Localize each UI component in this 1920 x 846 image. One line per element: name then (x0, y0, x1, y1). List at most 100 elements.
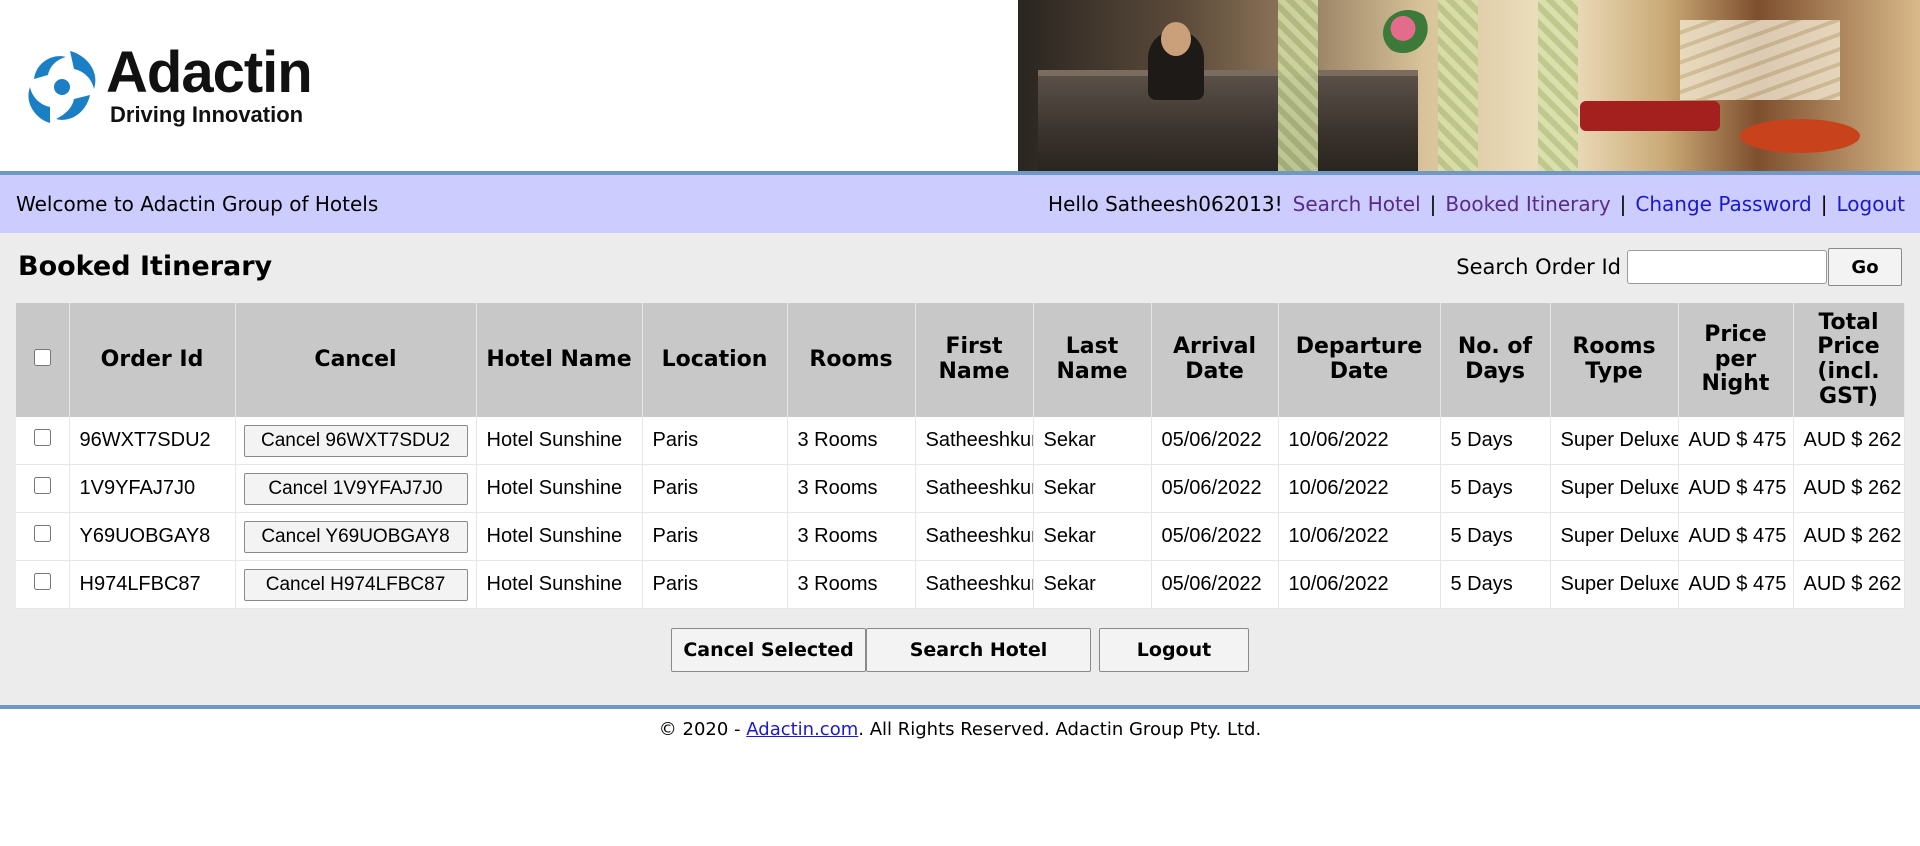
last-name-cell: Sekar (1033, 560, 1152, 609)
nav-separator: | (1429, 192, 1437, 216)
cancel-order-button[interactable]: Cancel 96WXT7SDU2 (243, 424, 468, 457)
search-order-label: Search Order Id (1456, 255, 1621, 279)
total-price-cell: AUD $ 262 (1793, 560, 1905, 609)
nav-search-hotel-link[interactable]: Search Hotel (1293, 192, 1421, 216)
row-checkbox[interactable] (33, 573, 51, 590)
departure-date-cell: 10/06/2022 (1278, 417, 1441, 465)
location-cell: Paris (642, 560, 788, 609)
total-price-cell: AUD $ 262 (1793, 464, 1905, 513)
brand-tagline: Driving Innovation (110, 102, 304, 127)
search-hotel-button[interactable]: Search Hotel (866, 628, 1091, 672)
order-search: Search Order Id Go (1456, 248, 1902, 286)
column-header: Price per Night (1678, 303, 1794, 417)
location-cell: Paris (642, 512, 788, 561)
location-cell: Paris (642, 464, 788, 513)
cancel-cell: Cancel Y69UOBGAY8 (235, 512, 477, 561)
page-title: Booked Itinerary (18, 251, 273, 282)
cancel-cell: Cancel 96WXT7SDU2 (235, 417, 477, 465)
table-row: 96WXT7SDU2 Cancel 96WXT7SDU2 Hotel Sunsh… (16, 417, 1905, 465)
column-header: First Name (915, 303, 1034, 417)
itinerary-table: Order Id Cancel Hotel Name Location Room… (16, 303, 1905, 609)
cancel-order-button[interactable]: Cancel H974LFBC87 (243, 568, 468, 601)
column-header: Last Name (1033, 303, 1152, 417)
column-header: Total Price (incl. GST) (1793, 303, 1905, 417)
room-type-cell: Super Deluxe (1550, 464, 1679, 513)
row-checkbox[interactable] (33, 525, 51, 542)
first-name-cell: Satheeshkumar (915, 464, 1034, 513)
rooms-cell: 3 Rooms (787, 560, 916, 609)
arrival-date-cell: 05/06/2022 (1151, 560, 1279, 609)
welcome-text: Welcome to Adactin Group of Hotels (16, 192, 379, 216)
location-cell: Paris (642, 417, 788, 465)
departure-date-cell: 10/06/2022 (1278, 512, 1441, 561)
select-all-cell (16, 303, 70, 417)
cancel-selected-button[interactable]: Cancel Selected (671, 628, 866, 672)
cancel-order-button[interactable]: Cancel Y69UOBGAY8 (243, 520, 468, 553)
order-id-input[interactable] (1627, 250, 1827, 284)
last-name-cell: Sekar (1033, 464, 1152, 513)
site-header: Adactin Driving Innovation (0, 0, 1920, 175)
rooms-cell: 3 Rooms (787, 512, 916, 561)
nav-booked-itinerary-link[interactable]: Booked Itinerary (1445, 192, 1610, 216)
total-price-cell: AUD $ 262 (1793, 417, 1905, 465)
hotel-name-cell: Hotel Sunshine (476, 560, 643, 609)
room-type-cell: Super Deluxe (1550, 512, 1679, 561)
row-select-cell (16, 417, 70, 465)
arrival-date-cell: 05/06/2022 (1151, 417, 1279, 465)
arrival-date-cell: 05/06/2022 (1151, 512, 1279, 561)
departure-date-cell: 10/06/2022 (1278, 464, 1441, 513)
top-nav: Welcome to Adactin Group of Hotels Hello… (0, 175, 1920, 233)
table-header-row: Order Id Cancel Hotel Name Location Room… (16, 303, 1905, 417)
logout-button[interactable]: Logout (1099, 628, 1249, 672)
days-cell: 5 Days (1440, 417, 1551, 465)
cancel-order-button[interactable]: Cancel 1V9YFAJ7J0 (243, 472, 468, 505)
select-all-checkbox[interactable] (33, 348, 51, 366)
column-header: Order Id (69, 303, 236, 417)
nav-separator: | (1820, 192, 1828, 216)
price-cell: AUD $ 475 (1678, 417, 1794, 465)
table-row: 1V9YFAJ7J0 Cancel 1V9YFAJ7J0 Hotel Sunsh… (16, 464, 1905, 513)
cancel-cell: Cancel 1V9YFAJ7J0 (235, 464, 477, 513)
brand-logo: Adactin Driving Innovation (20, 40, 350, 130)
row-select-cell (16, 560, 70, 609)
order-id-cell: 96WXT7SDU2 (69, 417, 236, 465)
arrival-date-cell: 05/06/2022 (1151, 464, 1279, 513)
hotel-lobby-banner (1018, 0, 1920, 171)
first-name-cell: Satheeshkumar (915, 560, 1034, 609)
column-header: Rooms (787, 303, 916, 417)
hotel-name-cell: Hotel Sunshine (476, 464, 643, 513)
adactin-link[interactable]: Adactin.com (746, 719, 858, 740)
column-header: Cancel (235, 303, 477, 417)
nav-logout-link[interactable]: Logout (1837, 192, 1905, 216)
first-name-cell: Satheeshkumar (915, 417, 1034, 465)
logo-swirl-icon (28, 51, 96, 123)
row-checkbox[interactable] (33, 477, 51, 494)
order-id-cell: Y69UOBGAY8 (69, 512, 236, 561)
order-id-cell: 1V9YFAJ7J0 (69, 464, 236, 513)
row-checkbox[interactable] (33, 429, 51, 446)
last-name-cell: Sekar (1033, 512, 1152, 561)
nav-change-password-link[interactable]: Change Password (1635, 192, 1811, 216)
row-select-cell (16, 464, 70, 513)
hotel-name-cell: Hotel Sunshine (476, 512, 643, 561)
rooms-cell: 3 Rooms (787, 417, 916, 465)
days-cell: 5 Days (1440, 560, 1551, 609)
brand-name: Adactin (106, 40, 313, 105)
copyright-prefix: © 2020 - (658, 719, 747, 740)
hotel-name-cell: Hotel Sunshine (476, 417, 643, 465)
main-content: Booked Itinerary Search Order Id Go Orde… (0, 233, 1920, 709)
site-footer: © 2020 - Adactin.com. All Rights Reserve… (0, 709, 1920, 740)
table-row: H974LFBC87 Cancel H974LFBC87 Hotel Sunsh… (16, 560, 1905, 609)
days-cell: 5 Days (1440, 464, 1551, 513)
column-header: Arrival Date (1151, 303, 1279, 417)
go-button[interactable]: Go (1828, 248, 1902, 286)
cancel-cell: Cancel H974LFBC87 (235, 560, 477, 609)
action-bar: Cancel Selected Search Hotel Logout (0, 628, 1920, 672)
order-id-cell: H974LFBC87 (69, 560, 236, 609)
price-cell: AUD $ 475 (1678, 560, 1794, 609)
table-row: Y69UOBGAY8 Cancel Y69UOBGAY8 Hotel Sunsh… (16, 512, 1905, 561)
rooms-cell: 3 Rooms (787, 464, 916, 513)
room-type-cell: Super Deluxe (1550, 417, 1679, 465)
room-type-cell: Super Deluxe (1550, 560, 1679, 609)
first-name-cell: Satheeshkumar (915, 512, 1034, 561)
